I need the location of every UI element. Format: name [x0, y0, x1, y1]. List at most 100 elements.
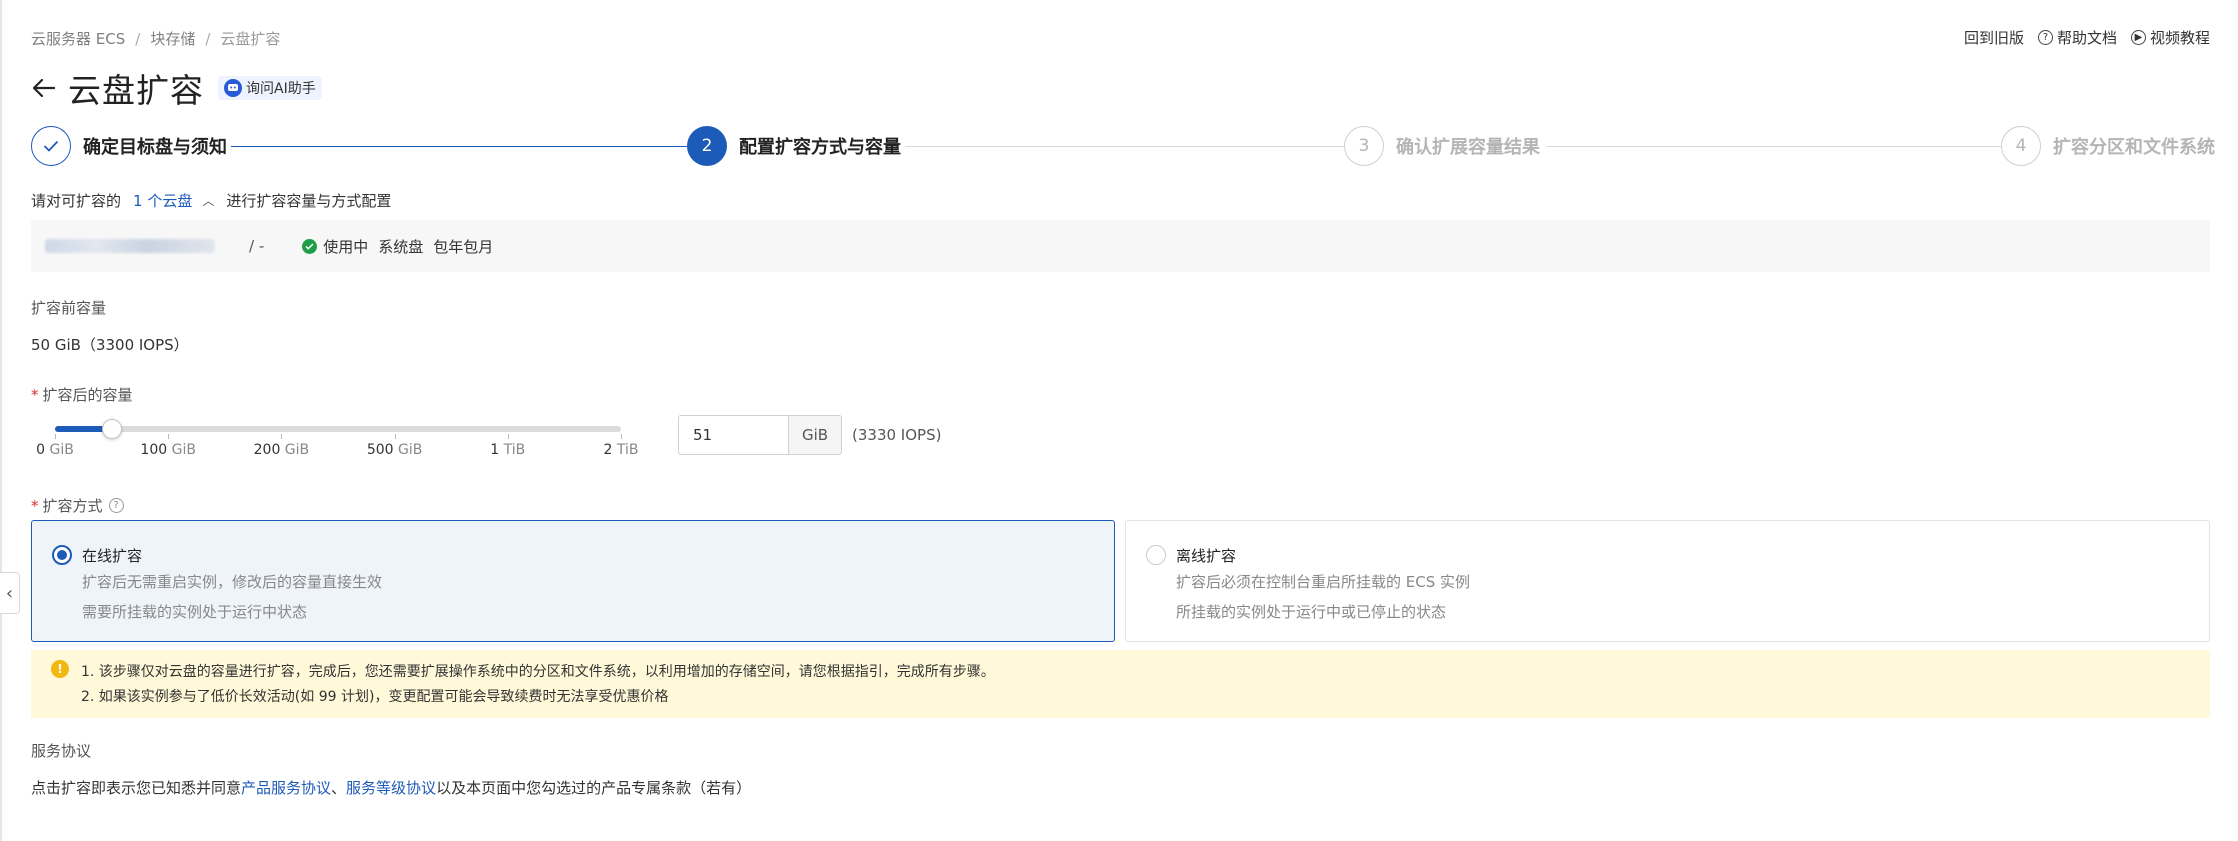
slider-tick — [621, 434, 622, 439]
top-links: 回到旧版 ? 帮助文档 ▶ 视频教程 — [1950, 27, 2210, 48]
capacity-unit: GiB — [788, 415, 842, 455]
question-icon[interactable]: ? — [108, 498, 124, 513]
after-capacity-label-row: * 扩容后的容量 — [31, 384, 133, 405]
slider-tick — [394, 434, 396, 439]
warning-icon: ! — [51, 660, 69, 678]
page-title: 云盘扩容 — [68, 71, 204, 110]
step-3-label: 确认扩展容量结果 — [1396, 137, 1540, 158]
breadcrumb-ecs[interactable]: 云服务器 ECS — [31, 28, 125, 49]
online-expansion-title: 在线扩容 — [82, 547, 143, 565]
method-label-row: * 扩容方式 ? — [31, 495, 124, 516]
disk-intro-suffix: 进行扩容容量与方式配置 — [226, 192, 392, 210]
notice-line-1: 1. 该步骤仅对云盘的容量进行扩容，完成后，您还需要扩展操作系统中的分区和文件系… — [81, 664, 995, 680]
slider-tick-label: 100 GiB — [140, 442, 196, 458]
offline-expansion-title: 离线扩容 — [1176, 547, 1237, 565]
slider-tick-label: 500 GiB — [367, 442, 423, 458]
play-icon: ▶ — [2130, 30, 2146, 45]
product-service-agreement-link[interactable]: 产品服务协议 — [241, 779, 331, 797]
video-tutorial-link[interactable]: ▶ 视频教程 — [2130, 27, 2210, 48]
help-docs-link[interactable]: ? 帮助文档 — [2037, 27, 2117, 48]
before-capacity-label: 扩容前容量 — [31, 299, 107, 317]
breadcrumb: 云服务器 ECS / 块存储 / 云盘扩容 — [31, 28, 280, 49]
agreement-prefix: 点击扩容即表示您已知悉并同意 — [31, 779, 242, 797]
before-capacity-value: 50 GiB（3300 IOPS） — [31, 336, 189, 354]
step-connector — [905, 146, 1359, 147]
tick-unit: GiB — [284, 442, 310, 458]
disk-intro-prefix: 请对可扩容的 — [31, 192, 122, 210]
capacity-iops: (3330 IOPS) — [852, 426, 942, 444]
capacity-slider[interactable] — [55, 419, 621, 439]
step-4: 4 扩容分区和文件系统 — [2001, 126, 2215, 166]
tick-number: 2 — [603, 442, 617, 458]
offline-expansion-radio[interactable] — [1146, 545, 1166, 565]
breadcrumb-separator: / — [135, 29, 141, 48]
chevron-up-icon[interactable]: ︿ — [202, 192, 214, 209]
tick-unit: TiB — [503, 442, 526, 458]
tick-number: 500 — [366, 442, 399, 458]
offline-expansion-desc2: 所挂载的实例处于运行中或已停止的状态 — [1176, 603, 1447, 621]
breadcrumb-current: 云盘扩容 — [220, 30, 281, 48]
check-icon — [31, 126, 71, 166]
step-2-label: 配置扩容方式与容量 — [739, 137, 901, 158]
old-version-link[interactable]: 回到旧版 — [1964, 27, 2024, 48]
capacity-input[interactable] — [678, 415, 788, 455]
tick-unit: GiB — [171, 442, 196, 458]
chevron-left-icon: ‹ — [5, 582, 14, 604]
slider-tick — [281, 434, 283, 439]
slider-tick-label: 1 TiB — [490, 442, 525, 458]
left-edge — [0, 0, 2, 841]
ask-ai-label: 询问AI助手 — [246, 81, 316, 97]
step-2: 2 配置扩容方式与容量 — [687, 126, 901, 166]
agreement-separator: 、 — [331, 779, 347, 797]
warning-notice: ! 1. 该步骤仅对云盘的容量进行扩容，完成后，您还需要扩展操作系统中的分区和文… — [31, 650, 2210, 718]
agreement-suffix: 以及本页面中您勾选过的产品专属条款（若有） — [436, 779, 752, 797]
slider-tick-label: 2 TiB — [604, 442, 639, 458]
step-1: 确定目标盘与须知 — [31, 126, 227, 166]
tick-number: 100 — [140, 442, 172, 458]
step-1-label: 确定目标盘与须知 — [83, 137, 227, 158]
offline-expansion-desc1: 扩容后必须在控制台重启所挂载的 ECS 实例 — [1176, 573, 1471, 591]
disk-type: 系统盘 — [378, 237, 424, 256]
ask-ai-button[interactable]: 询问AI助手 — [218, 76, 322, 100]
step-connector — [1547, 146, 2015, 147]
title-row: 云盘扩容 询问AI助手 — [30, 64, 322, 112]
disk-row: / - 使用中 系统盘 包年包月 — [31, 220, 2210, 272]
tick-unit: GiB — [49, 442, 74, 458]
online-expansion-desc1: 扩容后无需重启实例，修改后的容量直接生效 — [82, 573, 383, 591]
slider-tick — [507, 434, 509, 439]
offline-expansion-option[interactable]: 离线扩容 扩容后必须在控制台重启所挂载的 ECS 实例 所挂载的实例处于运行中或… — [1125, 520, 2210, 642]
required-mark: * — [31, 386, 39, 404]
tick-unit: GiB — [398, 442, 423, 458]
agreement-text: 点击扩容即表示您已知悉并同意产品服务协议、服务等级协议以及本页面中您勾选过的产品… — [31, 777, 751, 798]
breadcrumb-separator: / — [205, 29, 211, 48]
tick-number: 200 — [253, 442, 285, 458]
help-docs-label: 帮助文档 — [2056, 29, 2117, 47]
online-expansion-radio[interactable] — [52, 545, 72, 565]
collapse-sidebar-handle[interactable]: ‹ — [0, 572, 20, 614]
disk-count-link[interactable]: 1 个云盘 — [133, 190, 192, 211]
step-2-number: 2 — [687, 126, 727, 166]
online-expansion-option[interactable]: 在线扩容 扩容后无需重启实例，修改后的容量直接生效 需要所挂载的实例处于运行中状… — [31, 520, 1115, 642]
chat-bubble-icon — [224, 79, 242, 97]
step-4-label: 扩容分区和文件系统 — [2053, 137, 2215, 158]
disk-billing: 包年包月 — [433, 237, 494, 256]
step-progress: 确定目标盘与须知 2 配置扩容方式与容量 3 确认扩展容量结果 4 扩容分区和文… — [31, 126, 2215, 168]
slider-tick — [168, 434, 170, 439]
step-3-number: 3 — [1344, 126, 1384, 166]
disk-attachment: / - — [249, 237, 265, 255]
step-3: 3 确认扩展容量结果 — [1344, 126, 1540, 166]
breadcrumb-block-storage[interactable]: 块存储 — [150, 28, 195, 49]
online-expansion-desc2: 需要所挂载的实例处于运行中状态 — [82, 603, 308, 621]
check-circle-icon — [302, 238, 318, 254]
after-capacity-label: 扩容后的容量 — [42, 386, 133, 404]
tick-number: 0 — [36, 442, 50, 458]
method-label: 扩容方式 — [42, 497, 103, 515]
service-level-agreement-link[interactable]: 服务等级协议 — [346, 779, 436, 797]
disk-id-redacted — [45, 239, 215, 253]
capacity-slider-thumb[interactable] — [101, 419, 122, 439]
back-arrow-icon[interactable] — [30, 74, 58, 102]
disk-status: 使用中 — [323, 237, 369, 256]
video-tutorial-label: 视频教程 — [2149, 29, 2210, 47]
old-version-label: 回到旧版 — [1963, 29, 2024, 47]
slider-tick-label: 200 GiB — [254, 442, 310, 458]
